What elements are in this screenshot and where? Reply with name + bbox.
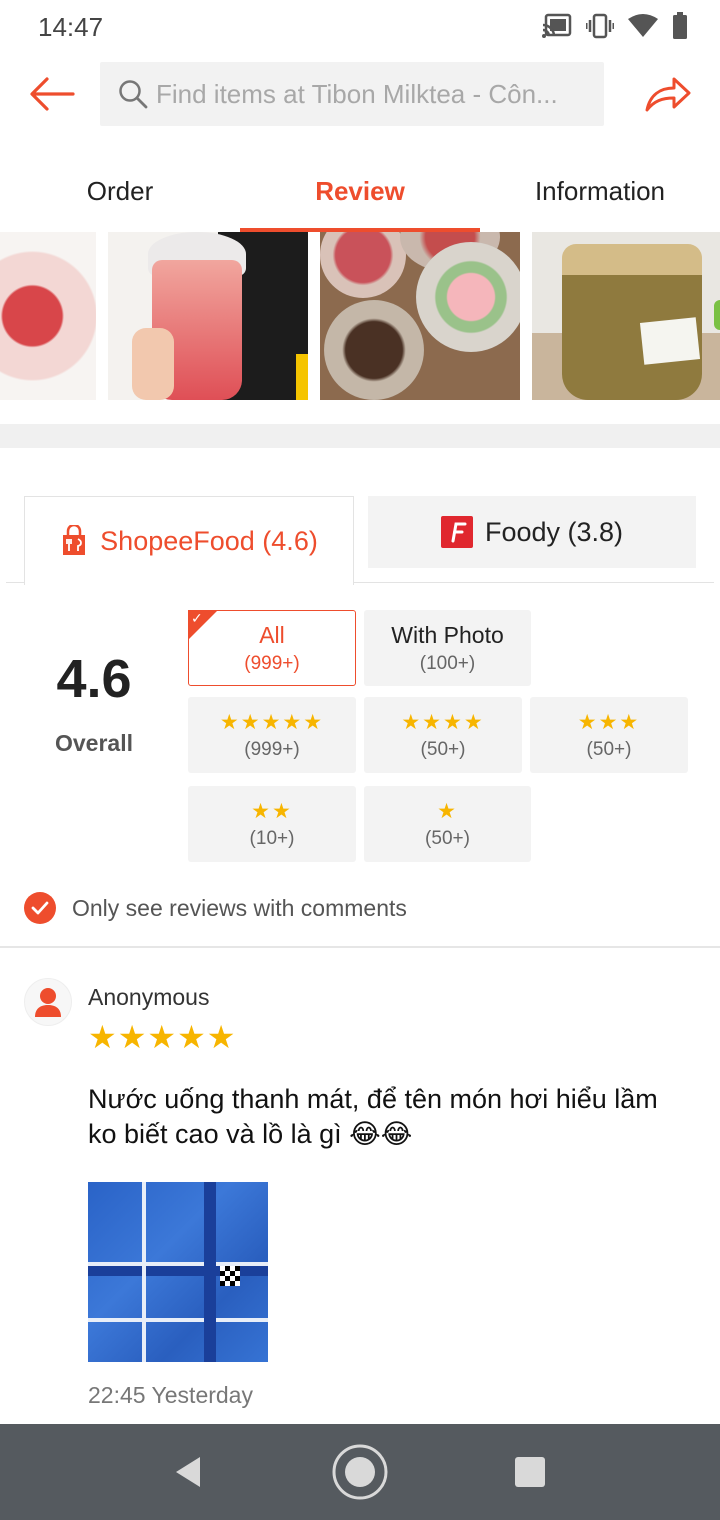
filter-count: (50+) xyxy=(425,827,470,849)
reviewer-name: Anonymous xyxy=(88,984,210,1010)
search-box[interactable] xyxy=(100,62,604,126)
review-source-tabs: ShopeeFood (4.6) Foody (3.8) xyxy=(0,496,720,585)
filter-all[interactable]: ✓ All (999+) xyxy=(188,610,356,686)
circle-home-icon xyxy=(332,1444,388,1500)
filter-5-star[interactable]: ★★★★★ (999+) xyxy=(188,697,356,773)
back-button[interactable] xyxy=(24,70,80,118)
star-icons: ★★★ xyxy=(577,710,641,734)
review-attached-photo[interactable] xyxy=(88,1182,268,1362)
nav-back-button[interactable] xyxy=(148,1424,228,1520)
review-photo-thumbnail[interactable] xyxy=(320,232,520,400)
review-text: Nước uống thanh mát, để tên món hơi hiểu… xyxy=(88,1084,658,1149)
star-icons: ★★ xyxy=(251,799,293,823)
review-photo-strip xyxy=(0,232,720,400)
comments-only-toggle[interactable]: Only see reviews with comments xyxy=(24,888,407,928)
filter-1-star[interactable]: ★ (50+) xyxy=(364,786,531,862)
search-input[interactable] xyxy=(156,78,586,110)
search-icon xyxy=(119,80,148,109)
overall-label: Overall xyxy=(55,730,133,756)
header xyxy=(0,52,720,148)
arrow-left-icon xyxy=(30,77,75,111)
tab-shopeefood[interactable]: ShopeeFood (4.6) xyxy=(24,496,354,585)
avatar xyxy=(24,978,72,1026)
tab-foody[interactable]: Foody (3.8) xyxy=(368,496,696,568)
overall-score: 4.6 xyxy=(56,649,132,709)
nav-home-button[interactable] xyxy=(320,1424,400,1520)
review-photo-thumbnail[interactable] xyxy=(0,232,96,400)
status-bar: 14:47 xyxy=(0,0,720,52)
tab-review[interactable]: Review xyxy=(240,150,480,232)
filter-label: All xyxy=(259,621,285,648)
filter-4-star[interactable]: ★★★★ (50+) xyxy=(364,697,522,773)
divider xyxy=(0,946,720,948)
system-nav-bar xyxy=(0,1424,720,1520)
user-icon xyxy=(35,988,61,1017)
filter-count: (999+) xyxy=(244,738,300,760)
battery-icon xyxy=(672,12,688,40)
share-icon xyxy=(645,77,691,112)
share-button[interactable] xyxy=(642,70,694,118)
triangle-back-icon xyxy=(176,1457,200,1487)
star-icons: ★ xyxy=(437,799,458,823)
vibrate-icon xyxy=(586,13,614,39)
filter-count: (50+) xyxy=(586,738,632,760)
filter-count: (100+) xyxy=(419,652,476,674)
rating-summary: 4.6 Overall ✓ All (999+) With Photo (100… xyxy=(0,584,720,880)
review-star-rating: ★★★★★ xyxy=(88,1019,237,1055)
filter-label: With Photo xyxy=(391,621,504,648)
section-divider xyxy=(0,424,720,448)
review-photo-thumbnail[interactable] xyxy=(532,232,720,400)
star-icons: ★★★★★ xyxy=(219,710,325,734)
comments-only-label: Only see reviews with comments xyxy=(72,894,407,921)
cast-icon xyxy=(542,13,572,39)
square-recents-icon xyxy=(515,1457,545,1487)
status-time: 14:47 xyxy=(38,12,104,42)
tab-information[interactable]: Information xyxy=(480,150,720,232)
star-icons: ★★★★ xyxy=(401,710,485,734)
main-tabs: Order Review Information xyxy=(0,150,720,232)
filter-count: (999+) xyxy=(244,652,300,674)
tab-order[interactable]: Order xyxy=(0,150,240,232)
filter-3-star[interactable]: ★★★ (50+) xyxy=(530,697,688,773)
filter-with-photo[interactable]: With Photo (100+) xyxy=(364,610,531,686)
shopeefood-logo-icon xyxy=(60,525,88,557)
filter-2-star[interactable]: ★★ (10+) xyxy=(188,786,356,862)
checkbox-checked-icon[interactable] xyxy=(24,892,56,924)
foody-logo-icon xyxy=(440,516,473,548)
wifi-icon xyxy=(628,13,658,39)
nav-recents-button[interactable] xyxy=(490,1424,570,1520)
review-photo-thumbnail[interactable] xyxy=(108,232,308,400)
shopeefood-tab-label: ShopeeFood (4.6) xyxy=(100,525,318,556)
foody-tab-label: Foody (3.8) xyxy=(484,516,624,547)
check-icon: ✓ xyxy=(191,610,203,626)
filter-count: (10+) xyxy=(249,827,295,849)
filter-count: (50+) xyxy=(420,738,466,760)
status-icons xyxy=(542,12,688,40)
review-item: Anonymous ★★★★★ Nước uống thanh mát, để … xyxy=(0,978,720,1418)
review-timestamp: 22:45 Yesterday xyxy=(88,1382,253,1408)
